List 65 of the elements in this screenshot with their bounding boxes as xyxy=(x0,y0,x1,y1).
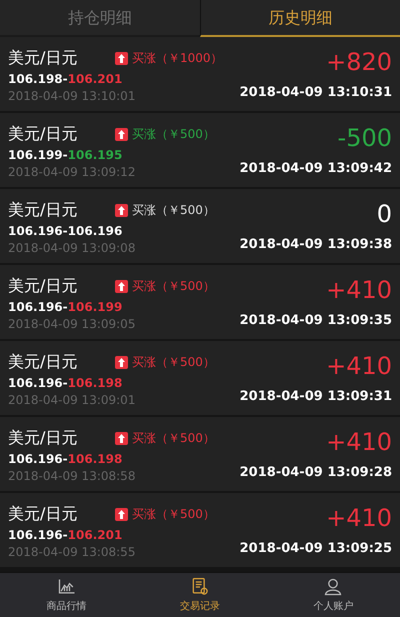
open-time: 2018-04-09 13:09:05 xyxy=(8,316,136,332)
close-price: 106.198 xyxy=(68,451,122,468)
nav-tab[interactable]: 商品行情 xyxy=(0,573,134,617)
nav-tab[interactable]: 交易记录 xyxy=(133,573,267,617)
profit-amount: +410 xyxy=(326,503,392,533)
open-price: 106.198- xyxy=(8,71,68,88)
trade-row[interactable]: 美元/日元 买涨（￥1000） 106.198-106.201 2018-04-09 13:10:01 +820 2018-04-09 13:10:31 xyxy=(0,37,400,111)
profit-amount: +820 xyxy=(326,47,392,77)
close-time: 2018-04-09 13:10:31 xyxy=(240,84,392,102)
order-label: 买涨（￥500） xyxy=(132,430,215,447)
order-label: 买涨（￥500） xyxy=(132,202,215,219)
profit-amount: +410 xyxy=(326,275,392,305)
trade-row[interactable]: 美元/日元 买涨（￥500） 106.196-106.199 2018-04-09 13:09:05 +410 2018-04-09 13:09:35 xyxy=(0,265,400,339)
close-price: 106.199 xyxy=(68,299,122,316)
currency-pair: 美元/日元 xyxy=(8,199,78,221)
open-time: 2018-04-09 13:09:01 xyxy=(8,392,136,408)
trade-row[interactable]: 美元/日元 买涨（￥500） 106.196-106.196 2018-04-09 13:09:08 0 2018-04-09 13:09:38 xyxy=(0,189,400,263)
open-time: 2018-04-09 13:08:58 xyxy=(8,468,136,484)
currency-pair: 美元/日元 xyxy=(8,503,78,525)
close-time: 2018-04-09 13:09:42 xyxy=(240,160,392,178)
close-price: 106.198 xyxy=(68,375,122,392)
trade-row[interactable]: 美元/日元 买涨（￥500） 106.199-106.195 2018-04-09 13:09:12 -500 2018-04-09 13:09:42 xyxy=(0,113,400,187)
nav-label: 商品行情 xyxy=(46,600,87,614)
profit-amount: -500 xyxy=(338,123,392,153)
trade-row[interactable]: 美元/日元 买涨（￥500） 106.196-106.198 2018-04-09 13:08:58 +410 2018-04-09 13:09:28 xyxy=(0,417,400,491)
close-price: 106.201 xyxy=(68,527,122,544)
document-icon xyxy=(190,576,210,596)
trade-row[interactable]: 美元/日元 买涨（￥500） 106.196-106.198 2018-04-09 13:09:01 +410 2018-04-09 13:09:31 xyxy=(0,341,400,415)
currency-pair: 美元/日元 xyxy=(8,123,78,145)
close-time: 2018-04-09 13:09:38 xyxy=(240,236,392,254)
nav-tab[interactable]: 个人账户 xyxy=(266,573,400,617)
close-time: 2018-04-09 13:09:35 xyxy=(240,312,392,330)
open-price: 106.196- xyxy=(8,223,68,240)
order-label: 买涨（￥1000） xyxy=(132,50,223,67)
currency-pair: 美元/日元 xyxy=(8,275,78,297)
close-price: 106.195 xyxy=(68,147,122,164)
nav-label: 交易记录 xyxy=(180,600,220,614)
order-label: 买涨（￥500） xyxy=(132,354,215,371)
open-price: 106.196- xyxy=(8,451,68,468)
order-label: 买涨（￥500） xyxy=(132,126,215,143)
close-price: 106.201 xyxy=(68,71,122,88)
close-time: 2018-04-09 13:09:25 xyxy=(240,540,392,558)
order-label: 买涨（￥500） xyxy=(132,278,215,295)
open-time: 2018-04-09 13:09:12 xyxy=(8,164,136,180)
profit-amount: +410 xyxy=(326,427,392,457)
profit-amount: 0 xyxy=(376,199,392,229)
open-price: 106.199- xyxy=(8,147,68,164)
open-price: 106.196- xyxy=(8,527,68,544)
close-price: 106.196 xyxy=(68,223,122,240)
close-time: 2018-04-09 13:09:31 xyxy=(240,388,392,406)
trade-row[interactable]: 美元/日元 买涨（￥500） 106.196-106.201 2018-04-09 13:08:55 +410 2018-04-09 13:09:25 xyxy=(0,493,400,567)
nav-label: 个人账户 xyxy=(313,600,354,614)
currency-pair: 美元/日元 xyxy=(8,351,78,373)
close-time: 2018-04-09 13:09:28 xyxy=(240,464,392,482)
order-label: 买涨（￥500） xyxy=(132,506,215,523)
open-time: 2018-04-09 13:09:08 xyxy=(8,240,136,256)
open-price: 106.196- xyxy=(8,299,68,316)
currency-pair: 美元/日元 xyxy=(8,47,78,69)
open-time: 2018-04-09 13:10:01 xyxy=(8,88,136,104)
profit-amount: +410 xyxy=(326,351,392,381)
chart-icon xyxy=(56,576,77,596)
open-time: 2018-04-09 13:08:55 xyxy=(8,544,136,560)
user-icon xyxy=(323,576,344,596)
open-price: 106.196- xyxy=(8,375,68,392)
currency-pair: 美元/日元 xyxy=(8,427,78,449)
